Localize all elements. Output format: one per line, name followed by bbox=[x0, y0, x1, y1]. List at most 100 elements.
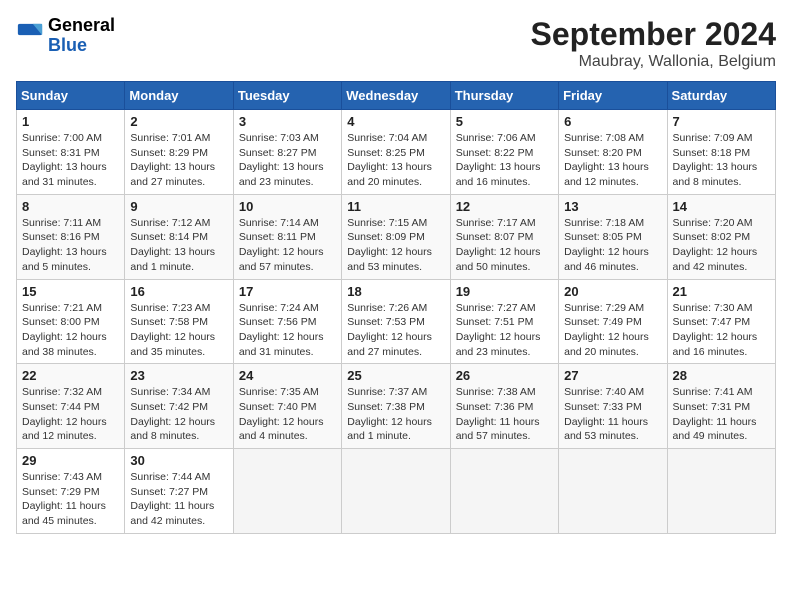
day-number: 21 bbox=[673, 284, 770, 299]
day-number: 10 bbox=[239, 199, 336, 214]
calendar-cell bbox=[233, 449, 341, 534]
calendar-cell: 3 Sunrise: 7:03 AMSunset: 8:27 PMDaylight… bbox=[233, 110, 341, 195]
day-detail: Sunrise: 7:34 AMSunset: 7:42 PMDaylight:… bbox=[130, 385, 227, 444]
day-number: 20 bbox=[564, 284, 661, 299]
weekday-header: Monday bbox=[125, 82, 233, 110]
calendar-cell: 7Sunrise: 7:09 AMSunset: 8:18 PMDaylight… bbox=[667, 110, 775, 195]
calendar-cell: 29 Sunrise: 7:43 AMSunset: 7:29 PMDayligh… bbox=[17, 449, 125, 534]
calendar-week-row: 1Sunrise: 7:00 AMSunset: 8:31 PMDaylight… bbox=[17, 110, 776, 195]
weekday-header: Thursday bbox=[450, 82, 558, 110]
day-number: 24 bbox=[239, 368, 336, 383]
day-detail: Sunrise: 7:40 AMSunset: 7:33 PMDaylight:… bbox=[564, 385, 661, 444]
day-number: 3 bbox=[239, 114, 336, 129]
day-number: 12 bbox=[456, 199, 553, 214]
calendar-cell: 22 Sunrise: 7:32 AMSunset: 7:44 PMDayligh… bbox=[17, 364, 125, 449]
calendar-cell: 26Sunrise: 7:38 AMSunset: 7:36 PMDayligh… bbox=[450, 364, 558, 449]
calendar-cell: 15 Sunrise: 7:21 AMSunset: 8:00 PMDayligh… bbox=[17, 279, 125, 364]
month-title: September 2024 bbox=[531, 16, 776, 53]
day-number: 11 bbox=[347, 199, 444, 214]
calendar-cell: 14 Sunrise: 7:20 AMSunset: 8:02 PMDayligh… bbox=[667, 194, 775, 279]
calendar-cell: 1Sunrise: 7:00 AMSunset: 8:31 PMDaylight… bbox=[17, 110, 125, 195]
day-detail: Sunrise: 7:44 AMSunset: 7:27 PMDaylight:… bbox=[130, 470, 227, 529]
day-number: 23 bbox=[130, 368, 227, 383]
calendar-cell: 17Sunrise: 7:24 AMSunset: 7:56 PMDayligh… bbox=[233, 279, 341, 364]
calendar-cell: 18 Sunrise: 7:26 AMSunset: 7:53 PMDayligh… bbox=[342, 279, 450, 364]
calendar-cell: 2Sunrise: 7:01 AMSunset: 8:29 PMDaylight… bbox=[125, 110, 233, 195]
day-number: 29 bbox=[22, 453, 119, 468]
day-detail: Sunrise: 7:09 AMSunset: 8:18 PMDaylight:… bbox=[673, 131, 770, 190]
day-number: 28 bbox=[673, 368, 770, 383]
calendar-week-row: 22 Sunrise: 7:32 AMSunset: 7:44 PMDayligh… bbox=[17, 364, 776, 449]
calendar-cell bbox=[559, 449, 667, 534]
day-number: 5 bbox=[456, 114, 553, 129]
calendar-week-row: 29 Sunrise: 7:43 AMSunset: 7:29 PMDayligh… bbox=[17, 449, 776, 534]
day-detail: Sunrise: 7:27 AMSunset: 7:51 PMDaylight:… bbox=[456, 301, 553, 360]
day-number: 26 bbox=[456, 368, 553, 383]
day-number: 27 bbox=[564, 368, 661, 383]
calendar-cell: 23 Sunrise: 7:34 AMSunset: 7:42 PMDayligh… bbox=[125, 364, 233, 449]
calendar-cell: 20 Sunrise: 7:29 AMSunset: 7:49 PMDayligh… bbox=[559, 279, 667, 364]
day-detail: Sunrise: 7:15 AMSunset: 8:09 PMDaylight:… bbox=[347, 216, 444, 275]
calendar-cell bbox=[342, 449, 450, 534]
title-area: September 2024 Maubray, Wallonia, Belgiu… bbox=[531, 16, 776, 71]
calendar-cell: 13 Sunrise: 7:18 AMSunset: 8:05 PMDayligh… bbox=[559, 194, 667, 279]
calendar-table: SundayMondayTuesdayWednesdayThursdayFrid… bbox=[16, 81, 776, 534]
day-number: 13 bbox=[564, 199, 661, 214]
day-detail: Sunrise: 7:26 AMSunset: 7:53 PMDaylight:… bbox=[347, 301, 444, 360]
day-detail: Sunrise: 7:14 AMSunset: 8:11 PMDaylight:… bbox=[239, 216, 336, 275]
calendar-cell: 21 Sunrise: 7:30 AMSunset: 7:47 PMDayligh… bbox=[667, 279, 775, 364]
day-detail: Sunrise: 7:30 AMSunset: 7:47 PMDaylight:… bbox=[673, 301, 770, 360]
day-number: 22 bbox=[22, 368, 119, 383]
day-detail: Sunrise: 7:21 AMSunset: 8:00 PMDaylight:… bbox=[22, 301, 119, 360]
day-number: 17 bbox=[239, 284, 336, 299]
day-detail: Sunrise: 7:35 AMSunset: 7:40 PMDaylight:… bbox=[239, 385, 336, 444]
calendar-cell: 24 Sunrise: 7:35 AMSunset: 7:40 PMDayligh… bbox=[233, 364, 341, 449]
day-number: 15 bbox=[22, 284, 119, 299]
calendar-cell: 4Sunrise: 7:04 AMSunset: 8:25 PMDaylight… bbox=[342, 110, 450, 195]
day-detail: Sunrise: 7:43 AMSunset: 7:29 PMDaylight:… bbox=[22, 470, 119, 529]
day-number: 9 bbox=[130, 199, 227, 214]
logo-icon bbox=[16, 22, 44, 50]
calendar-cell: 6Sunrise: 7:08 AMSunset: 8:20 PMDaylight… bbox=[559, 110, 667, 195]
weekday-header: Saturday bbox=[667, 82, 775, 110]
day-detail: Sunrise: 7:06 AMSunset: 8:22 PMDaylight:… bbox=[456, 131, 553, 190]
calendar-cell: 30 Sunrise: 7:44 AMSunset: 7:27 PMDayligh… bbox=[125, 449, 233, 534]
weekday-header-row: SundayMondayTuesdayWednesdayThursdayFrid… bbox=[17, 82, 776, 110]
calendar-week-row: 15 Sunrise: 7:21 AMSunset: 8:00 PMDayligh… bbox=[17, 279, 776, 364]
day-detail: Sunrise: 7:20 AMSunset: 8:02 PMDaylight:… bbox=[673, 216, 770, 275]
calendar-cell bbox=[450, 449, 558, 534]
day-number: 1 bbox=[22, 114, 119, 129]
day-number: 2 bbox=[130, 114, 227, 129]
calendar-cell: 5 Sunrise: 7:06 AMSunset: 8:22 PMDaylight… bbox=[450, 110, 558, 195]
day-detail: Sunrise: 7:04 AMSunset: 8:25 PMDaylight:… bbox=[347, 131, 444, 190]
day-number: 18 bbox=[347, 284, 444, 299]
day-detail: Sunrise: 7:29 AMSunset: 7:49 PMDaylight:… bbox=[564, 301, 661, 360]
day-detail: Sunrise: 7:17 AMSunset: 8:07 PMDaylight:… bbox=[456, 216, 553, 275]
day-detail: Sunrise: 7:23 AMSunset: 7:58 PMDaylight:… bbox=[130, 301, 227, 360]
logo-text: GeneralBlue bbox=[48, 16, 115, 56]
day-detail: Sunrise: 7:41 AMSunset: 7:31 PMDaylight:… bbox=[673, 385, 770, 444]
day-detail: Sunrise: 7:03 AMSunset: 8:27 PMDaylight:… bbox=[239, 131, 336, 190]
calendar-cell: 27 Sunrise: 7:40 AMSunset: 7:33 PMDayligh… bbox=[559, 364, 667, 449]
weekday-header: Wednesday bbox=[342, 82, 450, 110]
day-number: 30 bbox=[130, 453, 227, 468]
calendar-cell: 10 Sunrise: 7:14 AMSunset: 8:11 PMDayligh… bbox=[233, 194, 341, 279]
weekday-header: Tuesday bbox=[233, 82, 341, 110]
logo: GeneralBlue bbox=[16, 16, 115, 56]
day-detail: Sunrise: 7:32 AMSunset: 7:44 PMDaylight:… bbox=[22, 385, 119, 444]
calendar-cell: 25Sunrise: 7:37 AMSunset: 7:38 PMDayligh… bbox=[342, 364, 450, 449]
day-number: 14 bbox=[673, 199, 770, 214]
weekday-header: Friday bbox=[559, 82, 667, 110]
day-detail: Sunrise: 7:08 AMSunset: 8:20 PMDaylight:… bbox=[564, 131, 661, 190]
day-number: 19 bbox=[456, 284, 553, 299]
calendar-cell: 12 Sunrise: 7:17 AMSunset: 8:07 PMDayligh… bbox=[450, 194, 558, 279]
day-number: 16 bbox=[130, 284, 227, 299]
day-detail: Sunrise: 7:18 AMSunset: 8:05 PMDaylight:… bbox=[564, 216, 661, 275]
calendar-cell: 8Sunrise: 7:11 AMSunset: 8:16 PMDaylight… bbox=[17, 194, 125, 279]
header: GeneralBlue September 2024 Maubray, Wall… bbox=[16, 16, 776, 71]
day-number: 8 bbox=[22, 199, 119, 214]
calendar-cell bbox=[667, 449, 775, 534]
day-number: 25 bbox=[347, 368, 444, 383]
weekday-header: Sunday bbox=[17, 82, 125, 110]
calendar-cell: 9Sunrise: 7:12 AMSunset: 8:14 PMDaylight… bbox=[125, 194, 233, 279]
